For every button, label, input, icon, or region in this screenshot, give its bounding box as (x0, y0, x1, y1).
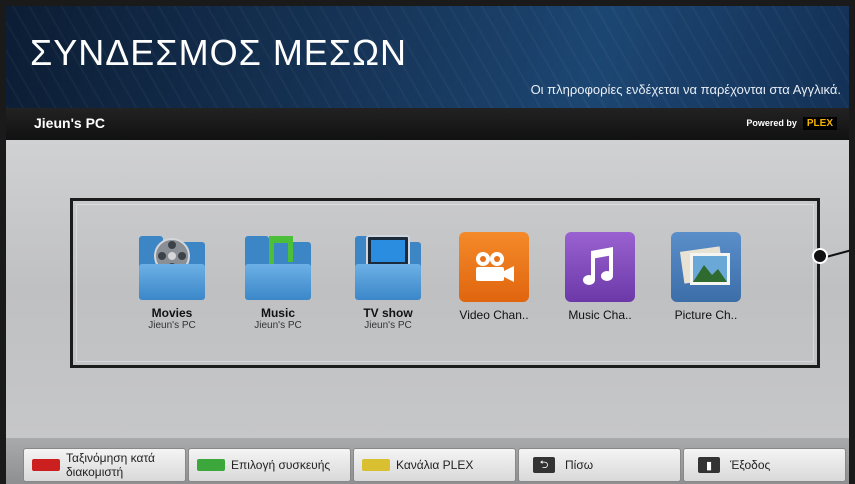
tile-label: Video Chan.. (459, 308, 529, 322)
tile-video-channel[interactable]: Video Chan.. (446, 232, 542, 322)
device-bar: Jieun's PC Powered by PLEX (6, 108, 849, 140)
tile-label: Music Cha.. (568, 308, 632, 322)
green-key-icon (197, 459, 225, 471)
film-reel-folder-icon (139, 232, 205, 302)
exit-button[interactable]: ▮ Έξοδος (683, 448, 846, 482)
pointer-line (825, 248, 849, 258)
picture-icon (671, 232, 741, 302)
button-label: Έξοδος (730, 458, 771, 472)
plex-channels-button[interactable]: Κανάλια PLEX (353, 448, 516, 482)
plex-logo: PLEX (802, 117, 837, 130)
button-bar: Ταξινόμηση κατά διακομιστή Επιλογή συσκε… (6, 438, 849, 484)
remote-pointer-icon (812, 248, 828, 264)
powered-by-badge: Powered by PLEX (746, 117, 837, 130)
red-key-icon (32, 459, 60, 471)
language-notice: Οι πληροφορίες ενδέχεται να παρέχονται σ… (530, 82, 841, 97)
tile-label: Picture Ch.. (674, 308, 738, 322)
music-note-icon (565, 232, 635, 302)
back-button[interactable]: ⮌ Πίσω (518, 448, 681, 482)
tile-movies[interactable]: Movies Jieun's PC (124, 232, 220, 331)
back-arrow-icon: ⮌ (533, 457, 555, 473)
tile-label: TV show (363, 306, 413, 320)
music-note-folder-icon (245, 232, 311, 302)
exit-icon: ▮ (698, 457, 720, 473)
button-label: Ταξινόμηση κατά διακομιστή (66, 451, 155, 479)
tile-picture-channel[interactable]: Picture Ch.. (658, 232, 754, 322)
yellow-key-icon (362, 459, 390, 471)
sort-by-server-button[interactable]: Ταξινόμηση κατά διακομιστή (23, 448, 186, 482)
tile-sublabel: Jieun's PC (148, 320, 196, 331)
header: ΣΥΝΔΕΣΜΟΣ ΜΕΣΩΝ Οι πληροφορίες ενδέχεται… (6, 6, 849, 108)
tile-sublabel: Jieun's PC (254, 320, 302, 331)
tile-tv-show[interactable]: TV show Jieun's PC (340, 232, 436, 331)
content-area: Movies Jieun's PC Music Jieun's PC TV sh… (6, 140, 849, 438)
tile-sublabel: Jieun's PC (364, 320, 412, 331)
page-title: ΣΥΝΔΕΣΜΟΣ ΜΕΣΩΝ (30, 32, 407, 73)
select-device-button[interactable]: Επιλογή συσκευής (188, 448, 351, 482)
tile-music-channel[interactable]: Music Cha.. (552, 232, 648, 322)
video-camera-icon (459, 232, 529, 302)
button-label: Πίσω (565, 458, 594, 472)
device-name: Jieun's PC (34, 115, 106, 131)
tile-label: Movies (151, 306, 193, 320)
media-link-screen: ΣΥΝΔΕΣΜΟΣ ΜΕΣΩΝ Οι πληροφορίες ενδέχεται… (6, 6, 849, 484)
button-label: Επιλογή συσκευής (231, 458, 331, 472)
tile-music[interactable]: Music Jieun's PC (230, 232, 326, 331)
tv-folder-icon (355, 232, 421, 302)
powered-by-text: Powered by (746, 118, 797, 128)
button-label: Κανάλια PLEX (396, 458, 474, 472)
tile-label: Music (260, 306, 295, 320)
